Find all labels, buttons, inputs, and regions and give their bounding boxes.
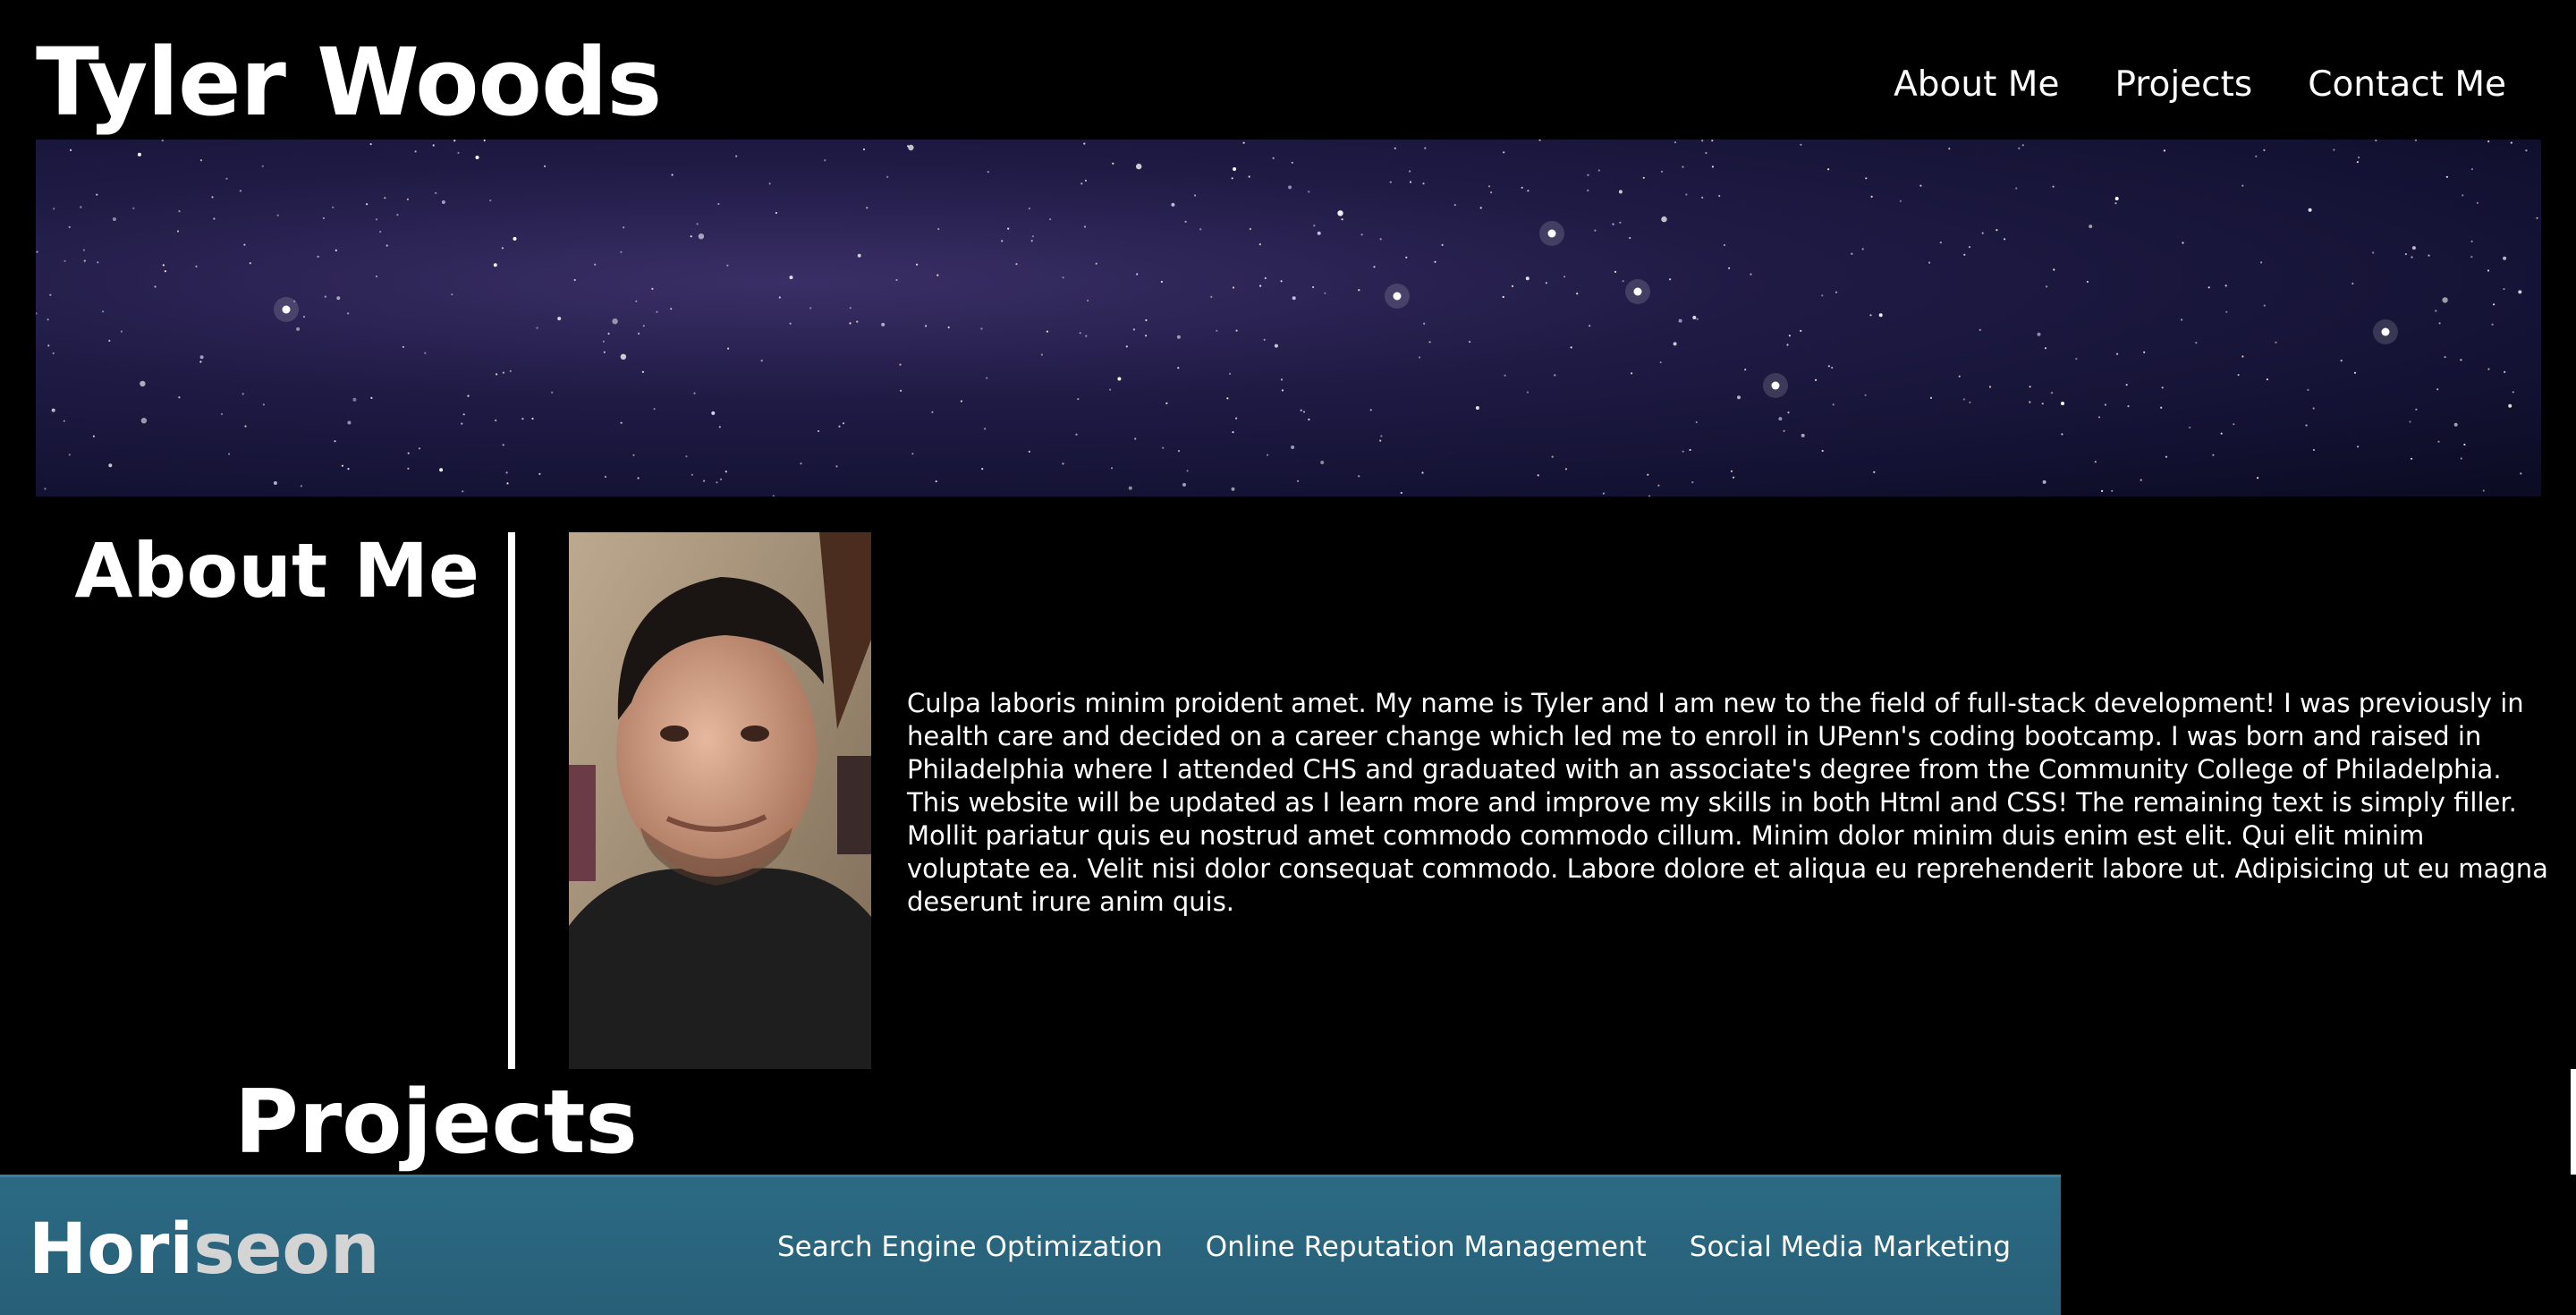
horiseon-logo[interactable]: Horiseon (29, 1215, 380, 1285)
nav-link-contact-me[interactable]: Contact Me (2308, 64, 2506, 105)
about-me-heading: About Me (74, 527, 479, 615)
horiseon-header-bar: Horiseon Search Engine Optimization Onli… (0, 1175, 2061, 1315)
nav-link-social-media-marketing[interactable]: Social Media Marketing (1690, 1231, 2011, 1263)
scroll-indicator (2571, 1069, 2576, 1175)
horiseon-nav: Search Engine Optimization Online Reputa… (777, 1231, 2011, 1263)
projects-heading: Projects (234, 1072, 638, 1174)
hero-banner-starfield (36, 140, 2541, 496)
nav-link-about-me[interactable]: About Me (1894, 64, 2059, 105)
nav-link-projects[interactable]: Projects (2114, 64, 2252, 105)
site-title: Tyler Woods (36, 28, 662, 137)
profile-photo (569, 532, 871, 1069)
nav-link-reputation-management[interactable]: Online Reputation Management (1206, 1231, 1647, 1263)
nav-link-seo[interactable]: Search Engine Optimization (777, 1231, 1163, 1263)
portrait-image (569, 532, 871, 1069)
main-nav: About Me Projects Contact Me (1894, 64, 2506, 105)
about-me-text: Culpa laboris minim proident amet. My na… (907, 688, 2548, 917)
vertical-divider (508, 532, 515, 1069)
starfield-image (36, 140, 2538, 496)
logo-part-2: seon (193, 1209, 380, 1290)
logo-part-1: Hori (29, 1209, 194, 1290)
